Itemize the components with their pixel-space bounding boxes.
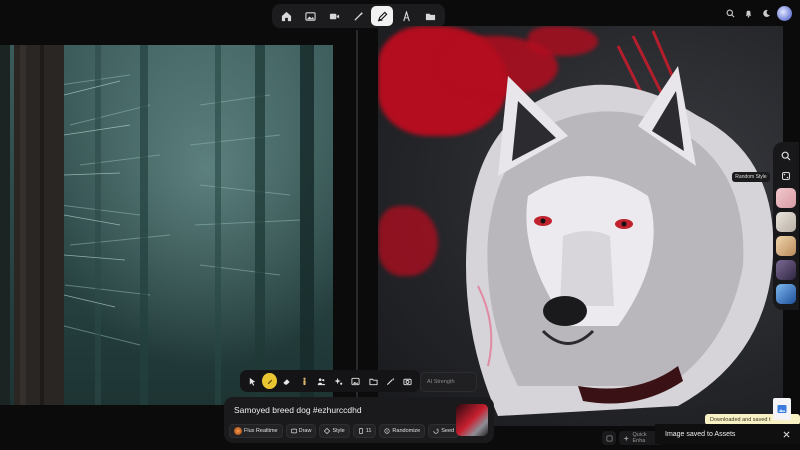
wolf-illustration [466, 30, 774, 416]
video-icon[interactable] [323, 6, 345, 26]
camera-icon[interactable] [401, 373, 415, 389]
random-style-icon[interactable] [777, 168, 795, 184]
folder-icon[interactable] [366, 373, 380, 389]
bell-icon[interactable] [741, 6, 756, 21]
toast-notification: Image saved to Assets [655, 424, 800, 444]
people-icon[interactable] [314, 373, 328, 389]
prompt-bar: Samoyed breed dog #ezhurccdhd Flux Realt… [224, 397, 494, 443]
draw-label: Draw [298, 428, 312, 434]
cursor-icon[interactable] [245, 373, 259, 389]
randomize-button[interactable]: Randomize [379, 424, 426, 438]
eraser-icon[interactable] [280, 373, 294, 389]
canvas-divider[interactable] [356, 30, 358, 420]
draw-button[interactable]: Draw [285, 424, 317, 438]
forest-canvas-image[interactable] [0, 45, 333, 405]
search-icon[interactable] [723, 6, 738, 21]
downloaded-file-icon[interactable] [773, 398, 791, 420]
enhance-toggle-button[interactable] [602, 431, 616, 445]
style-button[interactable]: Style [319, 424, 350, 438]
image-file-icon [777, 405, 787, 413]
prompt-controls: Flux Realtime Draw Style 11 Randomize Se… [229, 424, 460, 438]
aspect-ratio-icon [358, 428, 363, 434]
sparkle-people-icon[interactable] [331, 373, 345, 389]
style-rail [773, 142, 799, 310]
model-label: Flux Realtime [244, 428, 278, 434]
style-thumb-4[interactable] [776, 260, 796, 280]
prompt-reference-thumbnail[interactable] [456, 404, 488, 436]
wand-icon[interactable] [383, 373, 397, 389]
style-thumb-3[interactable] [776, 236, 796, 256]
draw-mode-icon [290, 428, 297, 434]
ai-strength-input[interactable]: AI Strength [420, 372, 477, 392]
forest-trees [0, 45, 314, 405]
style-icon [324, 428, 331, 434]
style-thumb-2[interactable] [776, 212, 796, 232]
folder-icon[interactable] [419, 6, 441, 26]
top-toolbar [272, 4, 445, 28]
seed-icon [433, 428, 439, 434]
text-icon[interactable] [395, 6, 417, 26]
figure-icon[interactable] [297, 373, 311, 389]
wand-icon[interactable] [347, 6, 369, 26]
randomize-label: Randomize [392, 428, 421, 434]
theme-icon[interactable] [759, 6, 774, 21]
aspect-ratio-button[interactable]: 11 [352, 424, 377, 438]
seed-label: Seed [441, 428, 455, 434]
sparkle-icon [623, 435, 630, 441]
model-avatar [234, 427, 242, 435]
wolf-canvas-image[interactable] [378, 26, 783, 426]
search-icon[interactable] [777, 148, 795, 164]
style-thumb-1[interactable] [776, 188, 796, 208]
home-icon[interactable] [275, 6, 297, 26]
image-icon[interactable] [349, 373, 363, 389]
close-icon[interactable] [783, 425, 790, 443]
draw-icon[interactable] [371, 6, 393, 26]
square-icon [605, 434, 613, 442]
avatar[interactable] [777, 6, 792, 21]
image-icon[interactable] [299, 6, 321, 26]
prompt-input[interactable]: Samoyed breed dog #ezhurccdhd [234, 405, 362, 415]
style-thumb-5[interactable] [776, 284, 796, 304]
model-selector[interactable]: Flux Realtime [229, 424, 283, 438]
canvas-tools [240, 370, 420, 392]
randomize-icon [384, 428, 391, 434]
aspect-ratio-label: 11 [365, 428, 372, 434]
top-right-controls [723, 6, 792, 21]
style-label: Style [332, 428, 345, 434]
toast-message: Image saved to Assets [665, 430, 736, 438]
seed-button[interactable]: Seed [428, 424, 460, 438]
brush-color-icon[interactable] [262, 373, 277, 389]
random-style-tooltip: Random Style [732, 172, 770, 182]
